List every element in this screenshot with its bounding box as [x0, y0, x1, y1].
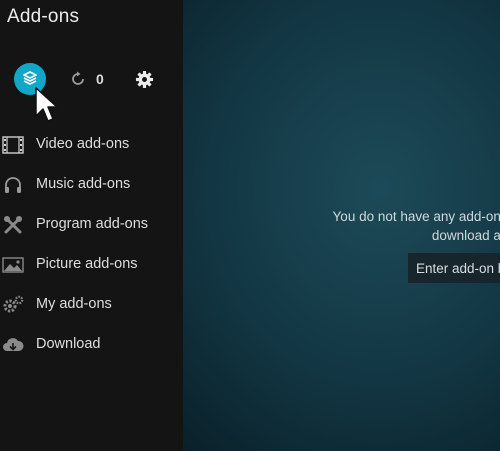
film-icon — [2, 135, 24, 155]
tools-icon — [2, 215, 24, 235]
menu-item-label: Download — [36, 336, 101, 352]
picture-icon — [2, 255, 24, 275]
sidebar-toolbar: 0 — [0, 60, 183, 100]
menu-item-label: Music add-ons — [36, 176, 131, 192]
empty-message: You do not have any add-ons of this type… — [231, 207, 500, 245]
gear-icon[interactable] — [135, 70, 154, 89]
mouse-pointer-icon — [35, 87, 58, 122]
refresh-icon[interactable] — [70, 71, 86, 87]
gears-icon — [2, 295, 24, 315]
menu-item-program-addons[interactable]: Program add-ons — [0, 205, 183, 245]
main-content: You do not have any add-ons of this type… — [183, 0, 500, 451]
sidebar: Add-ons 0 Video add-ons Music add-ons Pr… — [0, 0, 183, 451]
page-title: Add-ons — [7, 6, 80, 27]
headphones-icon — [2, 175, 24, 195]
menu-item-music-addons[interactable]: Music add-ons — [0, 165, 183, 205]
menu-item-picture-addons[interactable]: Picture add-ons — [0, 245, 183, 285]
update-count: 0 — [96, 71, 104, 87]
empty-message-line-2: download add-ons created — [431, 228, 500, 243]
menu-item-my-addons[interactable]: My add-ons — [0, 285, 183, 325]
enter-addon-browser-button[interactable]: Enter add-on b — [408, 253, 500, 283]
menu-item-label: Program add-ons — [36, 216, 149, 232]
menu-item-download[interactable]: Download — [0, 325, 183, 365]
empty-message-line-1: You do not have any add-ons of this type… — [332, 209, 500, 224]
menu-item-label: Video add-ons — [36, 136, 130, 152]
addon-category-menu: Video add-ons Music add-ons Program add-… — [0, 125, 183, 365]
menu-item-video-addons[interactable]: Video add-ons — [0, 125, 183, 165]
menu-item-label: My add-ons — [36, 296, 112, 312]
cloud-download-icon — [2, 335, 24, 355]
menu-item-label: Picture add-ons — [36, 256, 138, 272]
